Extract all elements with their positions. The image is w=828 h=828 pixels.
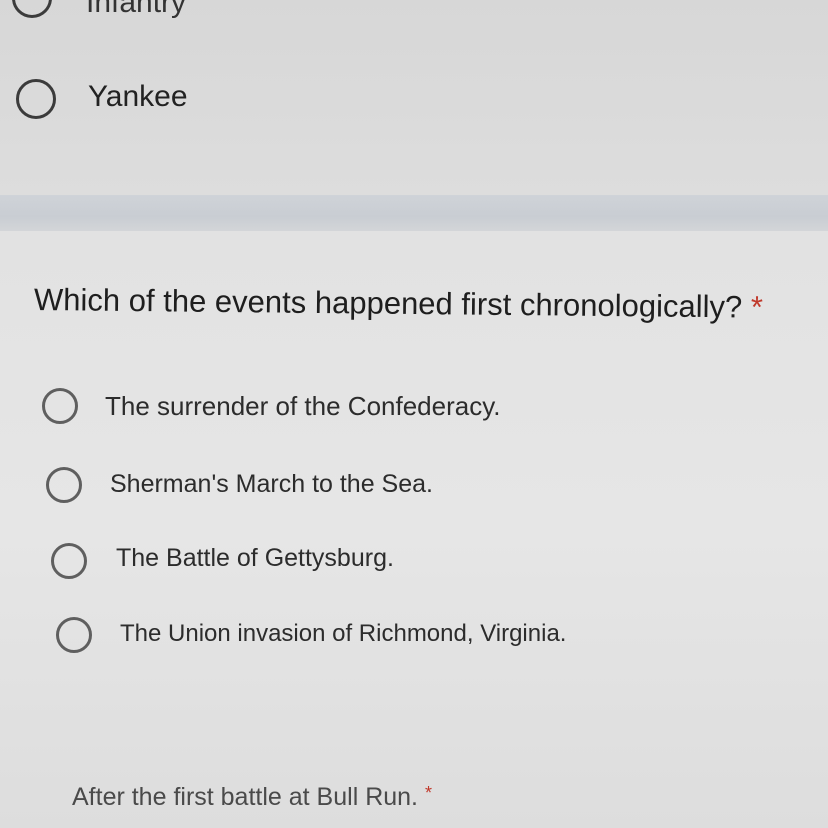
next-question-title-text: After the first battle at Bull Run. <box>72 783 418 811</box>
question-title: Which of the events happened first chron… <box>34 282 763 326</box>
radio-option-infantry[interactable] <box>12 0 52 18</box>
option-label-richmond: The Union invasion of Richmond, Virginia… <box>120 620 567 647</box>
form-page: Infantry Yankee Which of the events happ… <box>0 0 828 828</box>
option-label-surrender: The surrender of the Confederacy. <box>105 391 501 421</box>
next-question-title: After the first battle at Bull Run. * <box>72 783 432 812</box>
radio-option-gettysburg[interactable] <box>51 543 87 579</box>
radio-option-yankee[interactable] <box>16 79 56 119</box>
radio-option-richmond[interactable] <box>56 617 92 653</box>
question-card: Which of the events happened first chron… <box>0 231 828 828</box>
radio-option-sherman[interactable] <box>46 467 82 503</box>
option-label-infantry: Infantry <box>86 0 187 19</box>
previous-question-card: Infantry Yankee <box>0 0 828 195</box>
option-label-gettysburg: The Battle of Gettysburg. <box>116 544 394 572</box>
option-label-sherman: Sherman's March to the Sea. <box>110 470 433 498</box>
required-asterisk: * <box>750 289 764 325</box>
section-divider <box>0 195 828 231</box>
next-required-asterisk: * <box>424 783 432 803</box>
question-title-text: Which of the events happened first chron… <box>33 282 743 325</box>
option-label-yankee: Yankee <box>88 80 188 113</box>
radio-option-surrender[interactable] <box>42 388 78 424</box>
